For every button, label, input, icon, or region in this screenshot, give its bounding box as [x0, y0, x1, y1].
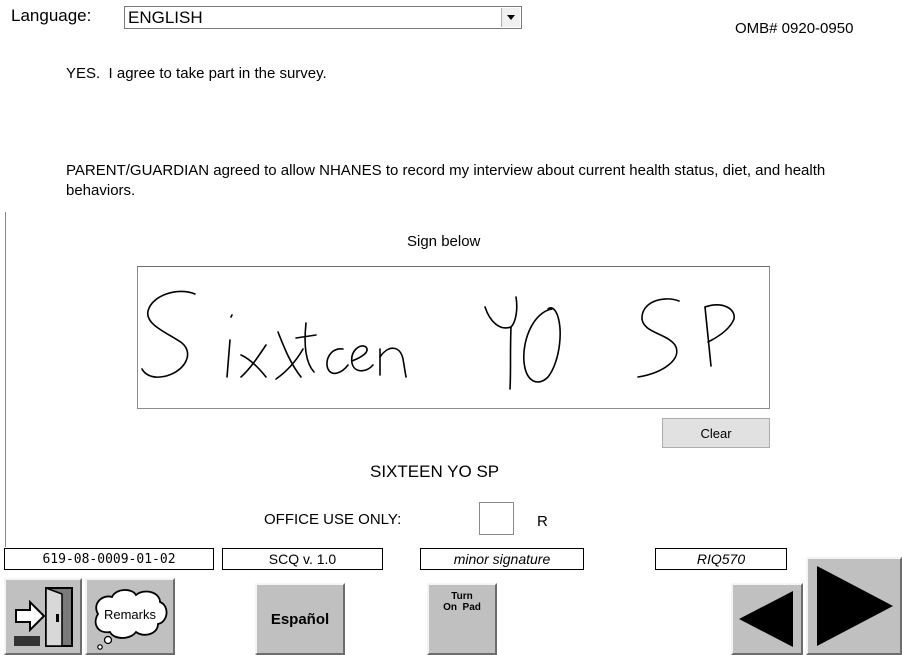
language-select-value: ENGLISH — [128, 8, 203, 27]
form-type-field: minor signature — [420, 548, 584, 570]
turn-on-pad-button[interactable]: Turn On Pad — [427, 583, 497, 655]
thought-bubble-icon: Remarks — [94, 588, 168, 650]
sign-below-label: Sign below — [407, 233, 481, 250]
next-button[interactable] — [806, 557, 902, 655]
language-select[interactable]: ENGLISH — [124, 6, 522, 29]
pad-label-line1: Turn — [451, 591, 473, 602]
consent-agree-text: YES. I agree to take part in the survey. — [66, 65, 327, 82]
arrow-left-icon — [739, 591, 793, 647]
left-divider — [5, 212, 6, 547]
version-field: SCQ v. 1.0 — [222, 548, 383, 570]
omb-number: OMB# 0920-0950 — [735, 20, 854, 37]
previous-button[interactable] — [731, 583, 803, 655]
clear-signature-button[interactable]: Clear — [662, 418, 770, 448]
office-use-label: OFFICE USE ONLY: — [264, 511, 402, 528]
language-label: Language: — [11, 6, 92, 25]
question-code-field: RIQ570 — [655, 548, 787, 570]
pad-label-line2: On Pad — [443, 602, 481, 613]
case-id-field: 619-08-0009-01-02 — [4, 548, 214, 570]
remarks-label: Remarks — [104, 607, 157, 622]
handwritten-signature — [141, 290, 735, 390]
signature-pad[interactable] — [137, 266, 770, 409]
printed-name: SIXTEEN YO SP — [370, 462, 500, 481]
exit-door-icon — [14, 586, 73, 647]
chevron-down-icon[interactable] — [501, 8, 520, 27]
parent-consent-text: PARENT/GUARDIAN agreed to allow NHANES t… — [66, 162, 826, 199]
exit-button[interactable] — [4, 578, 82, 655]
arrow-right-icon — [817, 566, 893, 646]
remarks-button[interactable]: Remarks — [85, 578, 175, 655]
espanol-button[interactable]: Español — [255, 583, 345, 655]
office-use-checkbox[interactable] — [479, 502, 514, 535]
office-r-label: R — [537, 513, 548, 530]
